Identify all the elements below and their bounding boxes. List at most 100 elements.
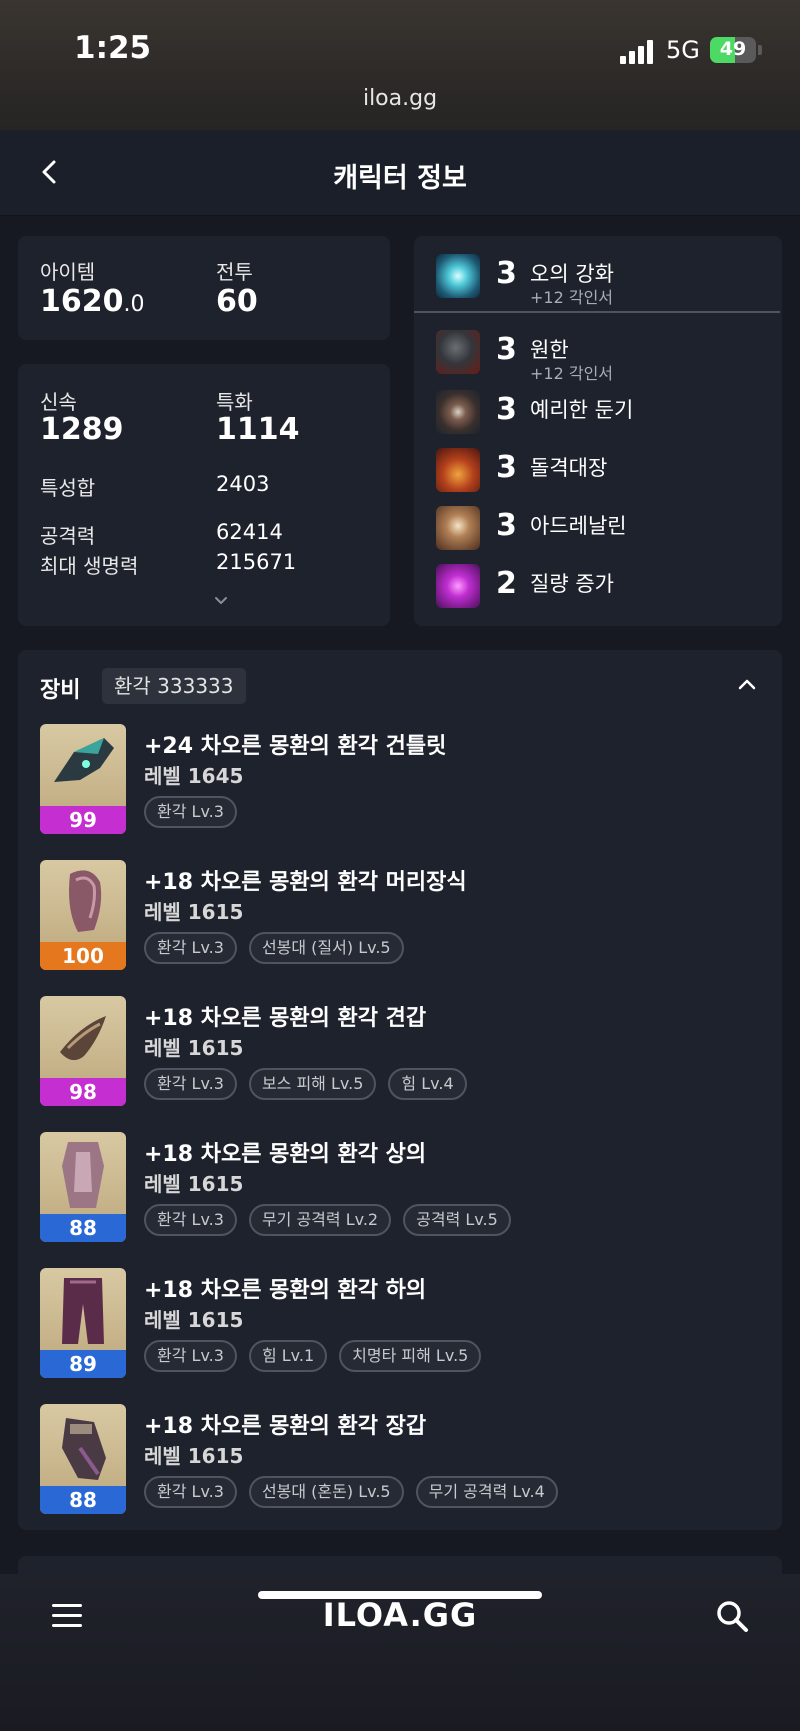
effect-chip: 환각 Lv.3	[144, 796, 237, 828]
engraving-level: 3	[496, 450, 517, 485]
effect-chip: 힘 Lv.4	[388, 1068, 467, 1100]
effect-chip: 무기 공격력 Lv.4	[415, 1476, 558, 1508]
effect-chip: 선봉대 (질서) Lv.5	[248, 932, 404, 964]
engraving-row[interactable]: 3 돌격대장	[414, 442, 780, 500]
item-thumbnail: 88	[40, 1404, 126, 1514]
helmet-icon	[69, 870, 102, 932]
item-level: 레벨 1615	[144, 1172, 244, 1196]
item-name: +18 차오른 몽환의 환각 머리장식	[144, 870, 467, 895]
url-label[interactable]: iloa.gg	[0, 86, 800, 111]
item-thumbnail: 88	[40, 1132, 126, 1242]
effect-chip: 치명타 피해 Lv.5	[339, 1340, 482, 1372]
item-name: +24 차오른 몽환의 환각 건틀릿	[144, 734, 447, 759]
adrenaline-icon	[436, 506, 480, 550]
stat-total-value: 2403	[216, 472, 270, 496]
stats-card[interactable]: 신속 1289 특화 1114 특성합 2403 공격력 62414 최대 생명…	[18, 364, 390, 626]
chevron-up-icon[interactable]	[736, 676, 758, 692]
effect-chip: 환각 Lv.3	[144, 1476, 237, 1508]
set-badge: 환각 333333	[102, 668, 246, 704]
attack-value: 62414	[216, 520, 283, 544]
quality-badge: 89	[40, 1350, 126, 1378]
battery-tip	[758, 45, 762, 55]
site-logo[interactable]: ILOA.GG	[0, 1596, 800, 1634]
engraving-level: 2	[496, 566, 517, 601]
status-bar: 1:25 5G 49 iloa.gg	[0, 0, 800, 130]
combat-level-value: 60	[216, 284, 258, 319]
engraving-sub: +12 각인서	[530, 288, 614, 307]
engraving-row[interactable]: 3 원한 +12 각인서	[414, 324, 780, 383]
equipment-item-shoulder[interactable]: 98 +18 차오른 몽환의 환각 견갑 레벨 1615 환각 Lv.3 보스 …	[40, 996, 790, 1108]
quality-badge: 88	[40, 1214, 126, 1242]
item-name: +18 차오른 몽환의 환각 장갑	[144, 1414, 427, 1439]
page-title: 캐릭터 정보	[333, 163, 467, 194]
weapon-icon	[54, 738, 114, 782]
engraving-level: 3	[496, 508, 517, 543]
engraving-divider	[414, 311, 780, 313]
attack-label: 공격력	[40, 524, 96, 548]
item-name: +18 차오른 몽환의 환각 하의	[144, 1278, 427, 1303]
max-hp-label: 최대 생명력	[40, 554, 139, 578]
item-level-label: 아이템	[40, 260, 96, 284]
engraving-row[interactable]: 2 질량 증가	[414, 558, 780, 616]
engraving-row[interactable]: 3 예리한 둔기	[414, 384, 780, 442]
chevron-down-icon[interactable]	[213, 595, 229, 607]
equipment-card: 장비 환각 333333 99 +24 차오른 몽환의 환각 건틀릿 레벨 16…	[18, 650, 782, 1530]
equipment-item-chest[interactable]: 88 +18 차오른 몽환의 환각 상의 레벨 1615 환각 Lv.3 무기 …	[40, 1132, 790, 1244]
effect-chip: 공격력 Lv.5	[403, 1204, 511, 1236]
engraving-row[interactable]: 3 아드레날린	[414, 500, 780, 558]
equipment-item-pants[interactable]: 89 +18 차오른 몽환의 환각 하의 레벨 1615 환각 Lv.3 힘 L…	[40, 1268, 790, 1380]
effect-chip: 환각 Lv.3	[144, 1068, 237, 1100]
swiftness-label: 신속	[40, 390, 77, 414]
specialization-label: 특화	[216, 390, 253, 414]
equipment-item-gloves[interactable]: 88 +18 차오른 몽환의 환각 장갑 레벨 1615 환각 Lv.3 선봉대…	[40, 1404, 790, 1516]
item-level: 레벨 1615	[144, 900, 244, 924]
specialization-value: 1114	[216, 412, 300, 447]
combat-level-label: 전투	[216, 260, 253, 284]
item-level: 레벨 1615	[144, 1308, 244, 1332]
engraving-name: 질량 증가	[530, 572, 614, 596]
engraving-level: 3	[496, 256, 517, 291]
engraving-sub: +12 각인서	[530, 364, 614, 383]
effect-chip: 보스 피해 Lv.5	[248, 1068, 377, 1100]
armor-icon	[62, 1142, 104, 1208]
swiftness-value: 1289	[40, 412, 124, 447]
shoulder-icon	[60, 1016, 106, 1061]
item-name: +18 차오른 몽환의 환각 견갑	[144, 1006, 427, 1031]
battery-level: 49	[719, 38, 747, 60]
engraving-row[interactable]: 3 오의 강화 +12 각인서	[414, 248, 780, 307]
item-thumbnail: 98	[40, 996, 126, 1106]
engravings-card: 3 오의 강화 +12 각인서 3 원한 +12 각인서 3 예리한 둔기 3 …	[414, 236, 782, 626]
item-level: 레벨 1615	[144, 1036, 244, 1060]
blunt-icon	[436, 390, 480, 434]
effect-chip: 힘 Lv.1	[248, 1340, 328, 1372]
effect-chip: 환각 Lv.3	[144, 1340, 237, 1372]
quality-badge: 98	[40, 1078, 126, 1106]
page-header: 캐릭터 정보	[0, 130, 800, 216]
engraving-name: 아드레날린	[530, 514, 627, 538]
engraving-name: 예리한 둔기	[530, 398, 634, 422]
equipment-title: 장비	[40, 678, 81, 703]
equipment-item-gauntlet[interactable]: 99 +24 차오른 몽환의 환각 건틀릿 레벨 1645 환각 Lv.3	[40, 724, 790, 836]
search-icon[interactable]	[714, 1598, 750, 1634]
signal-icon	[620, 40, 656, 64]
stat-total-label: 특성합	[40, 476, 96, 500]
item-level-value: 1620.0	[40, 284, 145, 319]
mass-increase-icon	[436, 564, 480, 608]
quality-badge: 100	[40, 942, 126, 970]
item-thumbnail: 89	[40, 1268, 126, 1378]
raid-captain-icon	[436, 448, 480, 492]
max-hp-value: 215671	[216, 550, 297, 574]
effect-chip: 선봉대 (혼돈) Lv.5	[248, 1476, 404, 1508]
summary-card: 아이템 1620.0 전투 60	[18, 236, 390, 340]
effect-chip: 환각 Lv.3	[144, 932, 237, 964]
item-thumbnail: 100	[40, 860, 126, 970]
effect-chip: 무기 공격력 Lv.2	[248, 1204, 392, 1236]
equipment-item-head[interactable]: 100 +18 차오른 몽환의 환각 머리장식 레벨 1615 환각 Lv.3 …	[40, 860, 790, 972]
quality-badge: 99	[40, 806, 126, 834]
battery-icon: 49	[710, 37, 756, 63]
engraving-level: 3	[496, 392, 517, 427]
home-indicator[interactable]	[258, 1591, 542, 1599]
engraving-level: 3	[496, 332, 517, 367]
effect-chip: 환각 Lv.3	[144, 1204, 237, 1236]
item-thumbnail: 99	[40, 724, 126, 834]
